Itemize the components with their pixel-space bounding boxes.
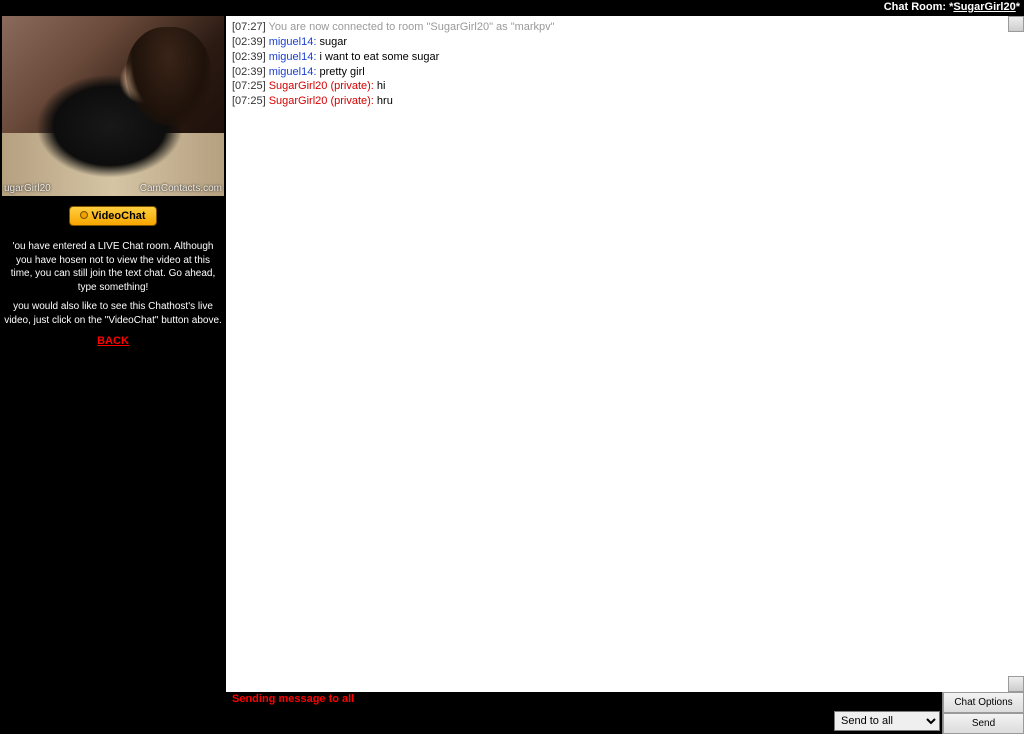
chat-line: [07:27] You are now connected to room "S… — [232, 20, 1018, 35]
timestamp: [07:25] — [232, 95, 269, 107]
room-name[interactable]: SugarGirl20 — [953, 1, 1015, 13]
info-text-1: 'ou have entered a LIVE Chat room. Altho… — [4, 240, 222, 294]
chat-line: [02:39] miguel14: pretty girl — [232, 65, 1018, 80]
chat-text: hru — [377, 95, 393, 107]
header-label: Chat Room: — [884, 1, 949, 13]
scroll-down-icon[interactable] — [1008, 676, 1024, 692]
input-row: Send to all — [226, 708, 942, 734]
videochat-label: VideoChat — [91, 210, 145, 222]
chat-line: [02:39] miguel14: sugar — [232, 35, 1018, 50]
chat-username: SugarGirl20 (private): — [269, 95, 377, 107]
chat-line: [02:39] miguel14: i want to eat some sug… — [232, 50, 1018, 65]
chat-log[interactable]: [07:27] You are now connected to room "S… — [226, 16, 1024, 692]
chat-panel: [07:27] You are now connected to room "S… — [226, 16, 1024, 734]
status-bar: Sending message to all — [226, 692, 942, 708]
info-text-2: you would also like to see this Chathost… — [4, 300, 222, 327]
webcam-icon — [80, 211, 88, 219]
sidebar: ugarGirl20 CamContacts.com VideoChat 'ou… — [0, 16, 226, 734]
send-button[interactable]: Send — [943, 713, 1024, 734]
chat-username: miguel14: — [269, 66, 320, 78]
message-input[interactable] — [226, 708, 832, 734]
send-target-select[interactable]: Send to all — [834, 711, 940, 731]
videochat-button[interactable]: VideoChat — [69, 206, 156, 226]
scroll-up-icon[interactable] — [1008, 16, 1024, 32]
header-bar: Chat Room: *SugarGirl20* — [0, 0, 1024, 16]
chat-text: i want to eat some sugar — [319, 51, 439, 63]
timestamp: [07:25] — [232, 80, 269, 92]
chat-text: You are now connected to room "SugarGirl… — [269, 21, 555, 33]
timestamp: [02:39] — [232, 51, 269, 63]
chat-line: [07:25] SugarGirl20 (private): hru — [232, 94, 1018, 109]
timestamp: [07:27] — [232, 21, 269, 33]
chat-text: pretty girl — [319, 66, 364, 78]
action-buttons: Chat Options Send — [942, 692, 1024, 734]
chat-username: miguel14: — [269, 36, 320, 48]
chat-text: sugar — [319, 36, 347, 48]
timestamp: [02:39] — [232, 66, 269, 78]
back-link[interactable]: BACK — [0, 335, 226, 347]
watermark-host: ugarGirl20 — [4, 183, 51, 194]
host-thumbnail[interactable]: ugarGirl20 CamContacts.com — [2, 16, 224, 196]
chat-line: [07:25] SugarGirl20 (private): hi — [232, 79, 1018, 94]
chat-options-button[interactable]: Chat Options — [943, 692, 1024, 713]
status-text: Sending message to all — [232, 693, 354, 705]
chat-username: miguel14: — [269, 51, 320, 63]
timestamp: [02:39] — [232, 36, 269, 48]
chat-text: hi — [377, 80, 386, 92]
watermark-site: CamContacts.com — [140, 183, 222, 194]
chat-username: SugarGirl20 (private): — [269, 80, 377, 92]
